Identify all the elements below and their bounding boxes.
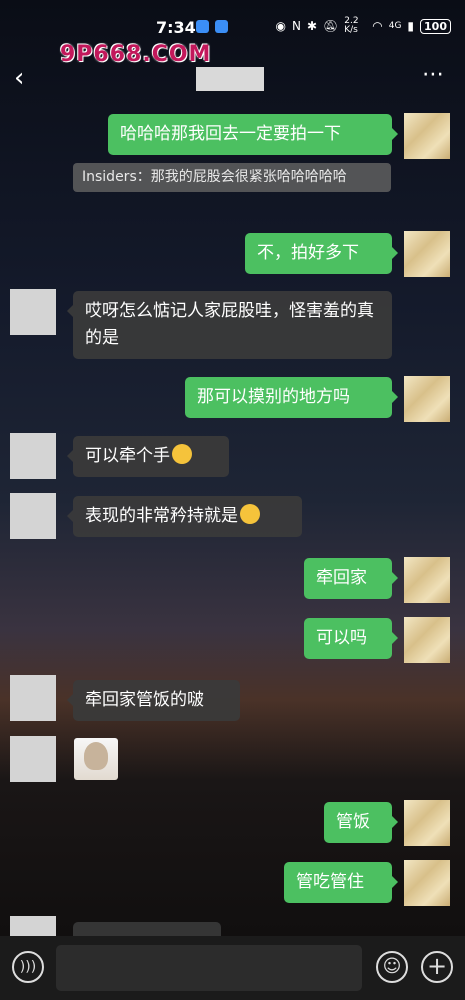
signal-icon: ▮ (407, 19, 415, 33)
message-bubble-received[interactable]: 表现的非常矜持就是 (67, 496, 302, 537)
message-bubble-sent[interactable]: 可以吗 (304, 618, 398, 659)
message-text: 可以牵个手 (85, 446, 170, 466)
quoted-message[interactable]: Insiders：那我的屁股会很紧张哈哈哈哈哈 (73, 163, 391, 192)
contact-avatar[interactable] (10, 289, 56, 335)
message-bubble-sent[interactable]: 那可以摸别的地方吗 (185, 377, 398, 418)
bluetooth-icon: ✱ (306, 19, 317, 33)
notification-app-icon (215, 20, 228, 33)
contact-avatar[interactable] (10, 433, 56, 479)
message-bubble-sent[interactable]: 哈哈哈那我回去一定要拍一下 (108, 114, 398, 155)
message-bubble-received[interactable]: 可以牵个手 (67, 436, 229, 477)
notification-app-icon (196, 20, 209, 33)
battery-indicator: 100 (420, 18, 451, 34)
emoji-icon[interactable]: ☺ (376, 951, 408, 983)
embarrassed-emoji-icon (172, 444, 192, 464)
message-text: 表现的非常矜持就是 (85, 506, 238, 526)
contact-avatar[interactable] (10, 493, 56, 539)
my-avatar[interactable] (404, 557, 450, 603)
eye-icon: ◉ (275, 19, 286, 33)
input-bar: ))) ☺ + (0, 936, 465, 1000)
my-avatar[interactable] (404, 860, 450, 906)
contact-avatar[interactable] (10, 736, 56, 782)
contact-avatar[interactable] (10, 916, 56, 936)
more-options-icon[interactable]: ⋯ (422, 62, 445, 87)
message-bubble-sent[interactable]: 牵回家 (304, 558, 398, 599)
status-time: 7:34 (156, 18, 196, 37)
sticker-icon[interactable] (74, 738, 118, 780)
mute-icon: 🔕︎ (323, 19, 339, 33)
message-bubble-received[interactable]: 牵回家管饭的啵 (67, 680, 240, 721)
my-avatar[interactable] (404, 617, 450, 663)
my-avatar[interactable] (404, 800, 450, 846)
message-bubble-sent[interactable]: 不，拍好多下 (245, 233, 398, 274)
my-avatar[interactable] (404, 231, 450, 277)
my-avatar[interactable] (404, 113, 450, 159)
wifi-icon: ◠ (372, 19, 383, 33)
chat-header: ‹ ⋯ (0, 50, 465, 106)
back-icon[interactable]: ‹ (14, 64, 38, 92)
contact-avatar[interactable] (10, 675, 56, 721)
message-bubble-sent[interactable]: 管吃管住 (284, 862, 398, 903)
plus-icon[interactable]: + (421, 951, 453, 983)
message-bubble-sent[interactable]: 管饭 (324, 802, 398, 843)
voice-icon[interactable]: ))) (12, 951, 44, 983)
message-bubble-received[interactable]: 哎呀怎么惦记人家屁股哇，怪害羞的真的是 (67, 291, 392, 359)
my-avatar[interactable] (404, 376, 450, 422)
grin-emoji-icon (240, 504, 260, 524)
message-input[interactable] (56, 945, 362, 991)
network-speed: 2.2 K/s (344, 16, 359, 35)
contact-name-redacted (196, 67, 264, 91)
message-bubble-received[interactable] (73, 922, 221, 936)
nfc-icon: N (291, 19, 301, 33)
signal-label: 4G (388, 21, 402, 31)
